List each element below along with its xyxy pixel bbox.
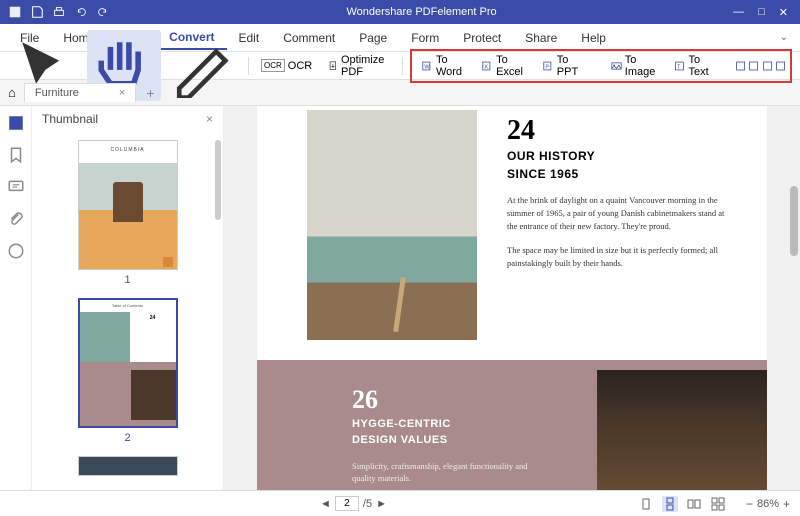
- convert-group: W To Word X To Excel P To PPT To Image T…: [410, 49, 792, 83]
- thumb2-toc: Table of Contents: [80, 300, 176, 312]
- titlebar: Wondershare PDFelement Pro — □ ✕: [0, 0, 800, 24]
- menu-comment[interactable]: Comment: [271, 27, 347, 49]
- redo-icon[interactable]: [96, 5, 110, 19]
- to-word-button[interactable]: W To Word: [416, 52, 474, 80]
- single-page-view-icon[interactable]: [638, 496, 654, 512]
- two-page-view-icon[interactable]: [686, 496, 702, 512]
- tab-close-icon[interactable]: ×: [119, 87, 125, 99]
- menu-page[interactable]: Page: [347, 27, 399, 49]
- optimize-button[interactable]: Optimize PDF: [323, 51, 393, 81]
- to-word-label: To Word: [436, 54, 468, 78]
- to-pdfa-icon[interactable]: [775, 59, 786, 73]
- word-icon: W: [422, 59, 433, 73]
- to-html-icon[interactable]: [748, 59, 759, 73]
- workspace: Thumbnail × COLUMBIA 1 Table of Contents…: [0, 106, 800, 490]
- page-number-input[interactable]: [335, 496, 359, 511]
- thumbnail-3[interactable]: [52, 456, 203, 476]
- statusbar: ◄ /5 ► − 86% +: [0, 490, 800, 516]
- ppt-icon: P: [543, 59, 554, 73]
- close-button[interactable]: ✕: [779, 6, 788, 19]
- to-text-label: To Text: [688, 54, 715, 78]
- thumbnail-panel-icon[interactable]: [7, 114, 25, 132]
- svg-text:T: T: [678, 64, 682, 70]
- document-scrollbar[interactable]: [790, 186, 798, 256]
- text-icon: T: [674, 59, 685, 73]
- home-tab-icon[interactable]: ⌂: [8, 85, 16, 100]
- zoom-level: 86%: [757, 498, 779, 510]
- optimize-icon: [328, 59, 338, 73]
- to-ppt-label: To PPT: [557, 54, 585, 78]
- to-ppt-button[interactable]: P To PPT: [537, 52, 591, 80]
- section2-para1: Simplicity, craftsmanship, elegant funct…: [352, 460, 532, 486]
- page-navigation: ◄ /5 ►: [320, 496, 387, 511]
- app-title: Wondershare PDFelement Pro: [110, 6, 733, 18]
- prev-page-icon[interactable]: ◄: [320, 498, 331, 510]
- to-excel-label: To Excel: [496, 54, 529, 78]
- thumbnail-2[interactable]: Table of Contents 24 2: [52, 298, 203, 444]
- thumb1-number: 1: [52, 274, 203, 286]
- lamp-image: [597, 370, 767, 490]
- tab-add-icon[interactable]: +: [146, 85, 154, 101]
- svg-text:X: X: [484, 64, 488, 70]
- zoom-in-button[interactable]: +: [783, 497, 790, 511]
- excel-icon: X: [482, 59, 493, 73]
- thumb2-number: 2: [52, 432, 203, 444]
- optimize-label: Optimize PDF: [341, 54, 389, 78]
- svg-text:P: P: [545, 64, 549, 70]
- document-view[interactable]: 24 OUR HISTORY SINCE 1965 At the brink o…: [224, 106, 800, 490]
- section1-para2: The space may be limited in size but it …: [507, 244, 727, 270]
- menu-form[interactable]: Form: [399, 27, 451, 49]
- maximize-button[interactable]: □: [758, 6, 765, 19]
- comment-panel-icon[interactable]: [7, 178, 25, 196]
- bookmark-panel-icon[interactable]: [7, 146, 25, 164]
- collapse-ribbon-icon[interactable]: ⌄: [780, 32, 792, 43]
- page-total: /5: [363, 498, 372, 510]
- sidebar: [0, 106, 32, 490]
- menu-protect[interactable]: Protect: [451, 27, 513, 49]
- thumbnail-1[interactable]: COLUMBIA 1: [52, 140, 203, 286]
- ocr-label: OCR: [288, 60, 312, 72]
- continuous-view-icon[interactable]: [662, 496, 678, 512]
- edit-tool[interactable]: [165, 30, 240, 101]
- undo-icon[interactable]: [74, 5, 88, 19]
- attachment-panel-icon[interactable]: [7, 210, 25, 228]
- section1-number: 24: [507, 115, 727, 147]
- to-rtf-icon[interactable]: [762, 59, 773, 73]
- thumbnail-panel: Thumbnail × COLUMBIA 1 Table of Contents…: [32, 106, 224, 490]
- zoom-out-button[interactable]: −: [746, 497, 753, 511]
- menu-help[interactable]: Help: [569, 27, 618, 49]
- app-logo-icon: [8, 5, 22, 19]
- menu-share[interactable]: Share: [513, 27, 569, 49]
- page-content: 24 OUR HISTORY SINCE 1965 At the brink o…: [257, 106, 767, 490]
- section1-heading2: SINCE 1965: [507, 167, 727, 183]
- thumbnail-list: COLUMBIA 1 Table of Contents 24 2: [32, 132, 223, 490]
- thumbnail-panel-title: Thumbnail: [42, 112, 98, 126]
- document-tab-label: Furniture: [35, 87, 79, 99]
- section1-heading1: OUR HISTORY: [507, 149, 727, 165]
- to-text-button[interactable]: T To Text: [668, 52, 721, 80]
- to-epub-icon[interactable]: [735, 59, 746, 73]
- to-excel-button[interactable]: X To Excel: [476, 52, 535, 80]
- save-icon[interactable]: [30, 5, 44, 19]
- svg-text:W: W: [424, 64, 430, 70]
- tabbar: ⌂ Furniture × +: [0, 80, 800, 106]
- document-tab[interactable]: Furniture ×: [24, 83, 136, 102]
- minimize-button[interactable]: —: [733, 6, 744, 19]
- section1-para1: At the brink of daylight on a quaint Van…: [507, 194, 727, 232]
- to-image-label: To Image: [625, 54, 661, 78]
- ocr-button[interactable]: OCR OCR: [256, 56, 317, 75]
- thumbnail-panel-close-icon[interactable]: ×: [206, 112, 213, 126]
- to-image-button[interactable]: To Image: [605, 52, 667, 80]
- furniture-image: [307, 110, 477, 340]
- thumb1-brand: COLUMBIA: [79, 141, 177, 163]
- image-icon: [611, 59, 622, 73]
- toolbar: OCR OCR Optimize PDF W To Word X To Exce…: [0, 52, 800, 80]
- next-page-icon[interactable]: ►: [376, 498, 387, 510]
- two-page-continuous-icon[interactable]: [710, 496, 726, 512]
- ocr-icon: OCR: [261, 59, 285, 72]
- print-icon[interactable]: [52, 5, 66, 19]
- thumbnail-scrollbar[interactable]: [215, 140, 221, 220]
- search-panel-icon[interactable]: [7, 242, 25, 260]
